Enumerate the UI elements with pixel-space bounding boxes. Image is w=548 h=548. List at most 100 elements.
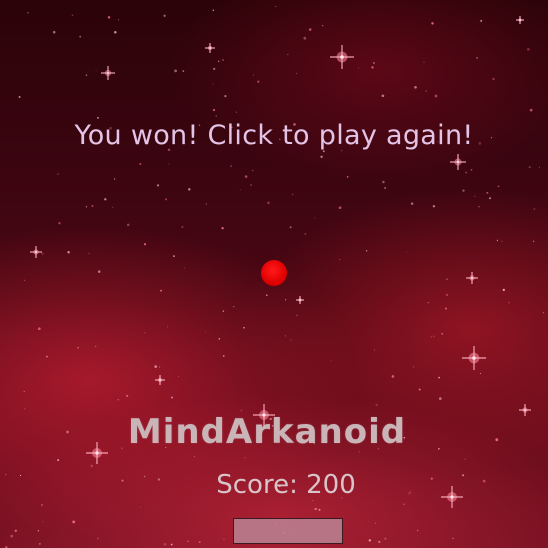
score-label: Score: <box>216 470 298 500</box>
star <box>287 54 289 55</box>
star <box>95 345 97 347</box>
star <box>431 22 434 25</box>
score-display: Score: 200 <box>0 470 548 500</box>
star <box>252 170 254 172</box>
star <box>212 83 214 85</box>
star <box>292 193 294 196</box>
star <box>444 307 448 310</box>
ball <box>261 260 287 286</box>
star <box>174 69 177 73</box>
star <box>193 455 195 457</box>
star <box>314 217 316 219</box>
star <box>57 173 59 175</box>
star <box>314 507 317 511</box>
star <box>97 537 99 540</box>
star <box>170 543 173 546</box>
star <box>267 201 270 205</box>
paddle[interactable] <box>233 518 343 544</box>
star <box>330 359 332 361</box>
star <box>414 86 417 89</box>
star <box>233 306 235 308</box>
star <box>97 270 101 273</box>
star <box>501 240 503 242</box>
star <box>173 255 175 257</box>
star <box>222 310 225 312</box>
star <box>154 365 158 368</box>
sparkle-star <box>205 43 215 53</box>
sparkle-star <box>30 246 42 258</box>
star <box>253 74 255 76</box>
star <box>445 293 449 297</box>
star <box>391 375 395 378</box>
star <box>296 314 298 316</box>
star <box>37 529 40 532</box>
star <box>496 239 499 242</box>
star <box>290 339 292 341</box>
star <box>304 232 307 235</box>
star <box>139 162 142 166</box>
star <box>508 301 510 304</box>
star <box>168 163 170 165</box>
sparkle-star <box>516 16 524 24</box>
star <box>235 111 237 113</box>
star <box>433 335 435 337</box>
star <box>163 542 167 546</box>
star <box>212 108 216 112</box>
star <box>79 35 82 38</box>
star <box>296 73 298 74</box>
star <box>224 95 227 98</box>
star <box>243 326 245 329</box>
sparkle-star <box>101 66 115 80</box>
star <box>478 280 480 282</box>
star <box>95 70 97 72</box>
star <box>218 60 220 62</box>
star <box>90 464 94 468</box>
star <box>221 227 224 230</box>
sparkle-star <box>155 375 165 385</box>
star <box>284 299 287 301</box>
star <box>244 456 246 459</box>
star <box>125 394 129 398</box>
star <box>177 375 180 378</box>
game-canvas[interactable]: You won! Click to play again! MindArkano… <box>0 0 548 548</box>
star <box>284 335 287 337</box>
star <box>67 251 70 254</box>
star <box>72 520 76 524</box>
star <box>183 267 185 269</box>
star <box>107 16 111 19</box>
star <box>18 96 21 98</box>
star <box>223 538 225 541</box>
star <box>160 289 163 292</box>
star <box>318 508 321 511</box>
star <box>368 539 371 542</box>
score-value: 200 <box>306 470 356 500</box>
star <box>375 403 378 407</box>
star <box>438 376 440 379</box>
star <box>312 499 314 501</box>
star <box>381 94 385 98</box>
star <box>126 223 130 227</box>
star <box>464 458 467 460</box>
star <box>244 175 248 178</box>
star <box>41 521 43 523</box>
star <box>257 80 260 83</box>
star <box>492 77 495 81</box>
star <box>373 62 375 64</box>
star <box>140 506 142 508</box>
star <box>23 390 25 393</box>
star <box>182 70 185 72</box>
star <box>158 366 161 368</box>
star <box>478 206 480 208</box>
star <box>144 332 146 334</box>
star <box>542 312 545 314</box>
star <box>198 541 201 544</box>
star <box>166 326 168 328</box>
star <box>24 279 26 281</box>
star <box>480 19 483 22</box>
star <box>14 529 17 532</box>
win-message[interactable]: You won! Click to play again! <box>0 120 548 151</box>
star <box>365 250 368 252</box>
star <box>222 59 224 61</box>
star <box>413 366 415 368</box>
star <box>205 331 207 333</box>
